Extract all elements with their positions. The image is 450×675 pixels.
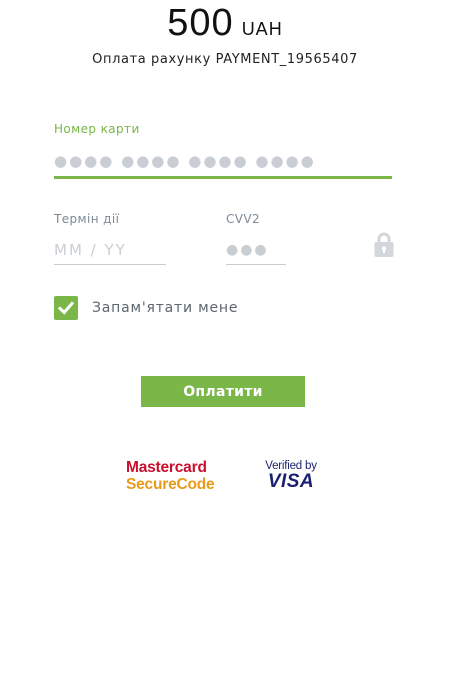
remember-me-checkbox[interactable]: Запам'ятати мене [54,295,238,321]
securecode-text: SecureCode [126,476,215,493]
amount-currency: UAH [241,19,283,39]
amount-value: 500 [167,2,234,44]
card-number-label: Номер карти [54,122,140,136]
lock-icon [374,232,394,258]
payment-description: Оплата рахунку PAYMENT_19565407 [92,52,358,67]
checkmark-icon [57,301,75,315]
pay-button[interactable]: Оплатити [141,376,305,407]
cvv-input[interactable] [226,236,286,265]
visa-text: VISA [267,471,315,492]
expiry-label: Термін дії [54,212,120,226]
mastercard-text: Mastercard [126,459,207,476]
card-number-input[interactable] [54,146,392,179]
verified-by-visa-logo: Verified by VISA [258,460,324,492]
expiry-input[interactable] [54,236,166,265]
cvv-label: CVV2 [226,212,261,226]
mastercard-securecode-logo: Mastercard SecureCode [126,459,226,493]
remember-me-label: Запам'ятати мене [92,300,239,316]
checkbox-box[interactable] [54,296,78,320]
payment-amount: 500 UAH [0,2,450,45]
